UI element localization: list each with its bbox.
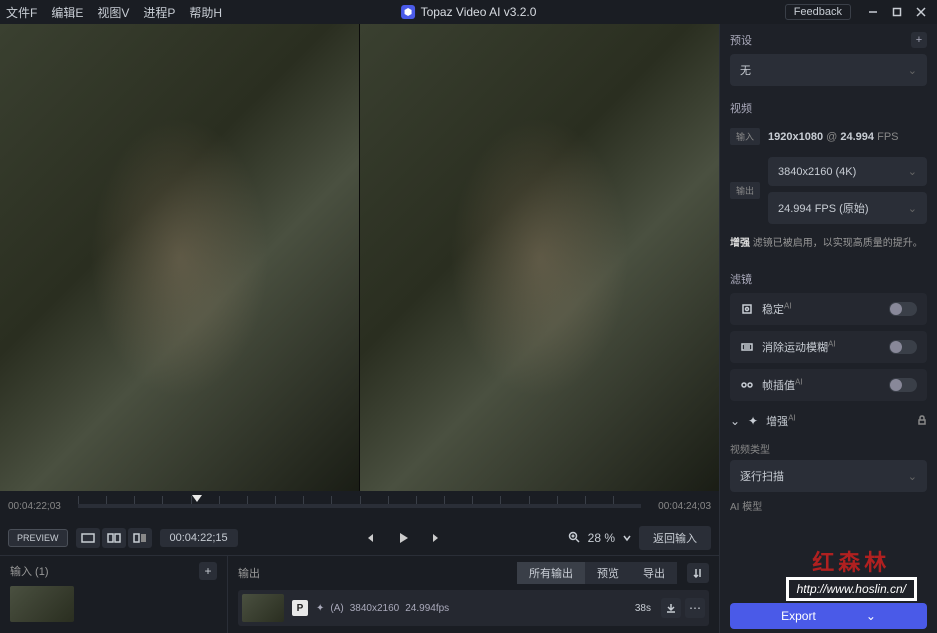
deblur-toggle[interactable] xyxy=(889,340,917,354)
zoom-in-icon[interactable] xyxy=(568,531,580,546)
view-single-button[interactable] xyxy=(76,528,100,548)
output-thumbnail xyxy=(242,594,284,622)
app-logo-icon xyxy=(401,5,415,19)
deblur-icon xyxy=(740,340,754,354)
playhead-icon[interactable] xyxy=(191,494,203,506)
lock-icon xyxy=(917,414,927,428)
menu-view[interactable]: 视图V xyxy=(97,4,129,21)
next-frame-button[interactable] xyxy=(428,529,446,547)
timecode-start: 00:04:22;03 xyxy=(8,501,78,512)
menu-file[interactable]: 文件F xyxy=(6,4,37,21)
video-type-dropdown[interactable]: 逐行扫描 ⌄ xyxy=(730,460,927,492)
interp-icon xyxy=(740,378,754,392)
add-input-button[interactable]: + xyxy=(199,562,217,580)
chevron-down-icon: ⌄ xyxy=(908,165,917,178)
output-ai-label: (A) xyxy=(330,603,343,614)
output-resolution-dropdown[interactable]: 3840x2160 (4K) ⌄ xyxy=(768,157,927,186)
chevron-down-icon: ⌄ xyxy=(908,64,917,77)
chevron-down-icon: ⌄ xyxy=(866,609,876,623)
preview-area[interactable] xyxy=(0,24,719,491)
play-button[interactable] xyxy=(394,529,412,547)
interp-toggle[interactable] xyxy=(889,378,917,392)
preset-dropdown[interactable]: 无 ⌄ xyxy=(730,54,927,86)
output-fps: 24.994fps xyxy=(405,603,449,614)
preview-right xyxy=(360,24,719,491)
close-button[interactable] xyxy=(911,2,931,22)
enhance-note: 增强 滤镜已被启用，以实现高质量的提升。 xyxy=(730,230,927,257)
filters-label: 滤镜 xyxy=(730,271,752,287)
chevron-down-icon: ⌄ xyxy=(908,470,917,483)
filter-enhance[interactable]: ⌄ ✦ 增强AI xyxy=(730,407,927,435)
output-more-button[interactable]: ⋯ xyxy=(685,598,705,618)
output-export-button[interactable] xyxy=(661,598,681,618)
tab-export[interactable]: 导出 xyxy=(631,562,677,584)
video-section-label: 视频 xyxy=(730,100,752,116)
ai-model-label: AI 模型 xyxy=(730,498,927,513)
menu-help[interactable]: 帮助H xyxy=(189,4,222,21)
stabilize-toggle[interactable] xyxy=(889,302,917,316)
preview-button[interactable]: PREVIEW xyxy=(8,529,68,547)
output-resolution: 3840x2160 xyxy=(350,603,400,614)
chevron-down-icon[interactable] xyxy=(623,531,631,545)
view-side-button[interactable] xyxy=(128,528,152,548)
menu-process[interactable]: 进程P xyxy=(143,4,175,21)
output-fps-dropdown[interactable]: 24.994 FPS (原始) ⌄ xyxy=(768,192,927,224)
zoom-level[interactable]: 28 % xyxy=(588,531,615,545)
chevron-down-icon: ⌄ xyxy=(730,414,740,428)
stabilize-icon xyxy=(740,302,754,316)
feedback-button[interactable]: Feedback xyxy=(785,4,851,20)
add-preset-button[interactable]: + xyxy=(911,32,927,48)
output-badge: 输出 xyxy=(730,182,760,199)
prev-frame-button[interactable] xyxy=(360,529,378,547)
filter-stabilize[interactable]: 稳定AI xyxy=(730,293,927,325)
input-badge: 输入 xyxy=(730,128,760,145)
export-button[interactable]: Export ⌄ xyxy=(730,603,927,629)
app-title: Topaz Video AI v3.2.0 xyxy=(401,5,537,19)
preview-left xyxy=(0,24,360,491)
preset-label: 预设 xyxy=(730,32,752,48)
view-split-button[interactable] xyxy=(102,528,126,548)
timecode-current[interactable]: 00:04:22;15 xyxy=(160,529,238,547)
return-input-button[interactable]: 返回输入 xyxy=(639,526,711,550)
minimize-button[interactable] xyxy=(863,2,883,22)
filter-deblur[interactable]: 消除运动模糊AI xyxy=(730,331,927,363)
sort-button[interactable] xyxy=(687,563,709,583)
menu-edit[interactable]: 编辑E xyxy=(51,4,83,21)
input-panel-title: 输入 (1) xyxy=(10,563,49,579)
input-thumbnail[interactable] xyxy=(10,586,74,622)
sparkle-icon: ✦ xyxy=(316,603,324,614)
sparkle-icon: ✦ xyxy=(746,414,760,428)
tab-all-output[interactable]: 所有输出 xyxy=(517,562,585,584)
timecode-end: 00:04:24;03 xyxy=(641,501,711,512)
filter-interp[interactable]: 帧插值AI xyxy=(730,369,927,401)
input-resolution: 1920x1080 @ 24.994 FPS xyxy=(768,131,898,143)
output-duration: 38s xyxy=(635,603,651,614)
chevron-down-icon: ⌄ xyxy=(908,202,917,215)
maximize-button[interactable] xyxy=(887,2,907,22)
preview-badge: P xyxy=(292,600,308,616)
video-type-label: 视频类型 xyxy=(730,441,927,456)
output-panel-title: 输出 xyxy=(238,565,260,581)
output-row[interactable]: P ✦ (A) 3840x2160 24.994fps 38s ⋯ xyxy=(238,590,709,626)
timeline-scrubber[interactable] xyxy=(78,504,641,508)
tab-preview[interactable]: 预览 xyxy=(585,562,631,584)
